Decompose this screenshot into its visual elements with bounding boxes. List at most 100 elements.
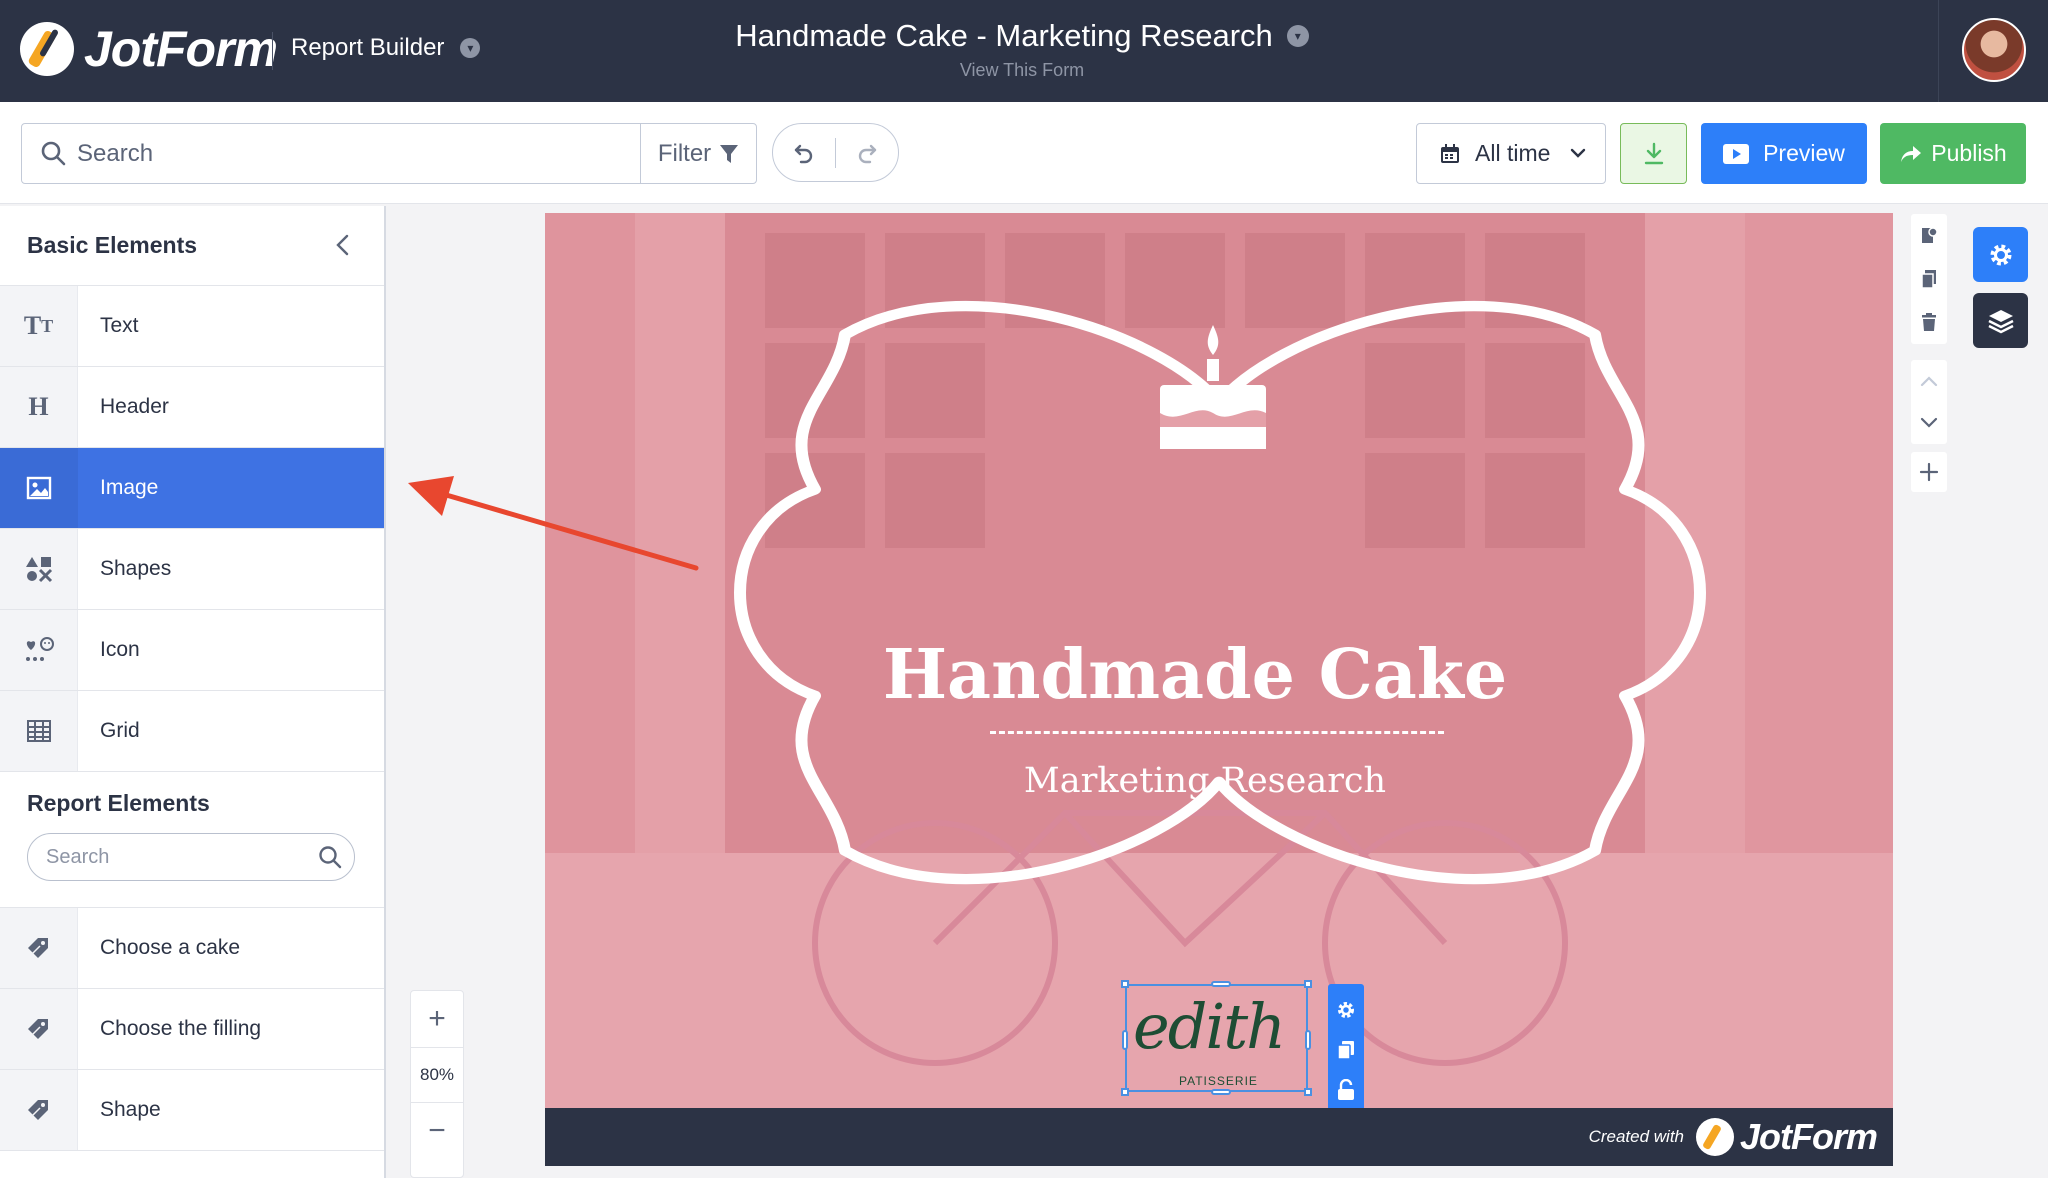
search-box: Filter [21, 123, 757, 184]
duplicate-page-icon[interactable] [1920, 269, 1938, 289]
tag-icon [0, 908, 78, 988]
duplicate-icon[interactable] [1336, 1039, 1356, 1061]
chevron-down-icon: ▾ [1286, 25, 1309, 47]
text-icon: TT [0, 286, 78, 366]
toolbar: Filter All time Preview Publish [0, 102, 2048, 204]
preview-label: Preview [1763, 140, 1845, 166]
jotform-logo[interactable]: JotForm [20, 20, 278, 78]
sidebar-item-text[interactable]: TT Text [0, 286, 384, 367]
chevron-left-icon[interactable] [332, 232, 354, 258]
resize-handle[interactable] [1211, 981, 1231, 987]
page-subheading[interactable]: Marketing Research [845, 761, 1565, 801]
tag-icon [0, 989, 78, 1069]
zoom-out-button[interactable]: − [411, 1103, 463, 1159]
jotform-logo-icon [20, 22, 74, 76]
sidebar-item-label: Shapes [100, 557, 172, 580]
jotform-logo-icon [1696, 1118, 1734, 1156]
icon-library-icon [0, 610, 78, 690]
zoom-control: + 80% − [410, 990, 464, 1178]
zoom-level: 80% [411, 1047, 463, 1103]
page-heading[interactable]: Handmade Cake [835, 635, 1555, 715]
settings-panel-button[interactable] [1973, 227, 2028, 282]
report-item-label: Shape [100, 1098, 161, 1121]
divider-dashed [990, 731, 1444, 734]
filter-label: Filter [657, 139, 712, 167]
sidebar-item-grid[interactable]: Grid [0, 691, 384, 772]
gear-icon [1990, 244, 2011, 265]
mode-switcher[interactable]: Report Builder ▾ [291, 34, 481, 62]
shapes-icon [0, 529, 78, 609]
layers-icon [1987, 309, 2014, 333]
section-title: Basic Elements [27, 232, 198, 258]
redo-button[interactable] [836, 124, 898, 181]
filter-button[interactable]: Filter [640, 124, 756, 183]
date-range-select[interactable]: All time [1416, 123, 1606, 184]
trash-icon[interactable] [1921, 312, 1937, 332]
gear-icon[interactable] [1335, 999, 1357, 1021]
preview-button[interactable]: Preview [1701, 123, 1867, 184]
page-footer: Created with JotForm [545, 1108, 1893, 1166]
report-item-shape[interactable]: Shape [0, 1070, 384, 1151]
view-form-link[interactable]: View This Form [680, 60, 1364, 81]
page-tools [1911, 214, 1947, 344]
resize-handle[interactable] [1122, 1030, 1128, 1050]
sidebar-item-label: Grid [100, 719, 140, 742]
play-icon [1723, 143, 1750, 164]
resize-handle[interactable] [1121, 980, 1129, 988]
page-settings-icon[interactable] [1920, 226, 1938, 246]
chevron-up-icon[interactable] [1919, 374, 1939, 388]
publish-button[interactable]: Publish [1880, 123, 2026, 184]
unlock-icon[interactable] [1336, 1079, 1356, 1101]
resize-handle[interactable] [1121, 1088, 1129, 1096]
elements-sidebar: Basic Elements TT Text H Header Image Sh… [0, 206, 386, 1178]
logo-wordmark: edith [1133, 990, 1286, 1063]
resize-handle[interactable] [1305, 1030, 1311, 1050]
grid-icon [0, 691, 78, 771]
logo-text: JotForm [84, 21, 278, 77]
footer-credit[interactable]: Created with JotForm [1588, 1116, 1878, 1158]
logo-subtext: PATISSERIE [1179, 1074, 1258, 1088]
zoom-in-button[interactable]: + [411, 991, 463, 1047]
form-title-area: Handmade Cake - Marketing Research ▾ Vie… [680, 18, 1364, 81]
tag-icon [0, 1070, 78, 1150]
resize-handle[interactable] [1211, 1089, 1231, 1095]
sidebar-item-shapes[interactable]: Shapes [0, 529, 384, 610]
top-bar: JotForm Report Builder ▾ Handmade Cake -… [0, 0, 2048, 102]
resize-handle[interactable] [1304, 980, 1312, 988]
sidebar-item-header[interactable]: H Header [0, 367, 384, 448]
report-item-choose-a-cake[interactable]: Choose a cake [0, 908, 384, 989]
calendar-icon [1441, 143, 1459, 163]
report-item-label: Choose the filling [100, 1017, 262, 1040]
resize-handle[interactable] [1304, 1088, 1312, 1096]
undo-button[interactable] [773, 124, 835, 181]
section-title: Report Elements [27, 790, 210, 816]
sidebar-item-image[interactable]: Image [0, 448, 384, 529]
chevron-down-icon[interactable] [1919, 416, 1939, 430]
chevron-down-icon [1570, 148, 1586, 158]
chevron-down-icon: ▾ [460, 38, 481, 58]
sidebar-item-label: Text [100, 314, 139, 337]
divider [272, 32, 273, 70]
layers-panel-button[interactable] [1973, 293, 2028, 348]
search-icon[interactable] [318, 845, 342, 869]
publish-label: Publish [1931, 140, 2007, 166]
add-page-button[interactable] [1911, 452, 1947, 492]
report-search-input[interactable] [46, 834, 306, 880]
report-item-choose-the-filling[interactable]: Choose the filling [0, 989, 384, 1070]
page-order-tools [1911, 360, 1947, 444]
mode-label: Report Builder [291, 34, 445, 61]
share-arrow-icon [1901, 145, 1922, 162]
divider [1938, 0, 1939, 102]
download-button[interactable] [1620, 123, 1687, 184]
selected-logo-image[interactable]: edith PATISSERIE [1121, 980, 1312, 1096]
undo-icon [794, 144, 813, 163]
sidebar-item-icon[interactable]: Icon [0, 610, 384, 691]
search-input[interactable] [77, 124, 657, 183]
report-page[interactable]: Handmade Cake Marketing Research edith P… [545, 213, 1893, 1166]
avatar[interactable] [1962, 18, 2026, 82]
form-title[interactable]: Handmade Cake - Marketing Research ▾ [735, 18, 1309, 54]
created-with-text: Created with [1588, 1127, 1684, 1146]
undo-redo-group [772, 123, 899, 182]
date-range-label: All time [1475, 140, 1551, 166]
redo-icon [858, 144, 877, 163]
